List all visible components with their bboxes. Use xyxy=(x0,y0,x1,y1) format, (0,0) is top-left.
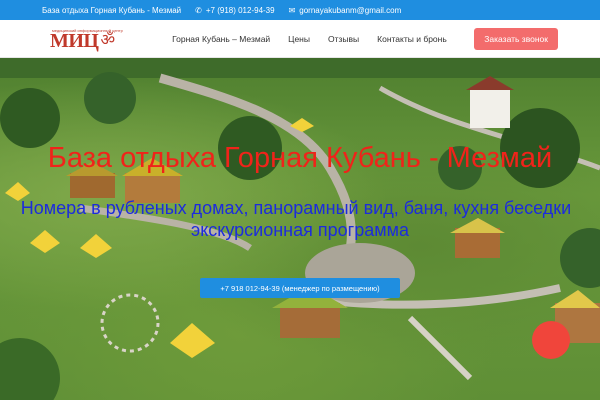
hero-subtitle-line2: экскурсионная программа xyxy=(191,220,409,240)
hero-section: База отдыха Горная Кубань - Мезмай Номер… xyxy=(0,58,600,400)
request-call-button[interactable]: Заказать звонок xyxy=(474,27,558,50)
envelope-icon: ✉ xyxy=(288,5,296,15)
menu-item-prices[interactable]: Цены xyxy=(279,34,319,44)
email-contact[interactable]: ✉ gornayakubanm@gmail.com xyxy=(289,6,402,15)
email-text: gornayakubanm@gmail.com xyxy=(299,5,402,15)
main-navbar: медицинский информационный центр МИЦ ॐ Г… xyxy=(0,20,600,58)
phone-contact[interactable]: ✆ +7 (918) 012-94-39 xyxy=(195,6,274,15)
top-info-bar: База отдыха Горная Кубань - Мезмай ✆ +7 … xyxy=(0,0,600,20)
hero-subtitle: Номера в рубленых домах, панорамный вид,… xyxy=(0,197,600,241)
phone-icon: ✆ xyxy=(195,5,202,15)
logo-small-text: медицинский информационный центр xyxy=(52,28,123,33)
hero-subtitle-line1: Номера в рубленых домах, панорамный вид,… xyxy=(20,198,572,218)
site-title: База отдыха Горная Кубань - Мезмай xyxy=(42,5,182,15)
manager-phone-button[interactable]: +7 918 012-94-39 (менеджер по размещению… xyxy=(200,278,400,298)
callback-widget-button[interactable] xyxy=(532,321,570,359)
menu-item-reviews[interactable]: Отзывы xyxy=(319,34,368,44)
menu-item-home[interactable]: Горная Кубань – Мезмай xyxy=(163,34,279,44)
hero-title: База отдыха Горная Кубань - Мезмай xyxy=(47,142,553,174)
menu-item-contacts[interactable]: Контакты и бронь xyxy=(368,34,456,44)
site-logo[interactable]: медицинский информационный центр МИЦ ॐ xyxy=(50,24,123,53)
logo-text: МИЦ xyxy=(50,30,99,52)
main-menu: Горная Кубань – Мезмай Цены Отзывы Конта… xyxy=(163,34,456,44)
phone-text: +7 (918) 012-94-39 xyxy=(205,5,275,15)
